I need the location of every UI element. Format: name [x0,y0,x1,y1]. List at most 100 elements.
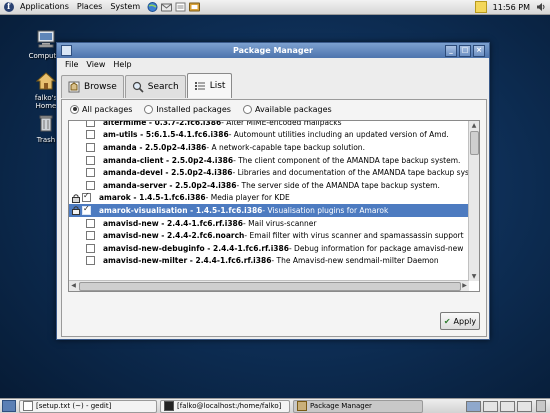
task-label: [setup.txt (~) - gedit] [36,402,112,410]
places-menu[interactable]: Places [73,0,106,14]
workspace-2[interactable] [483,400,498,412]
scroll-left-arrow-icon[interactable]: ◀ [69,281,78,291]
package-row[interactable]: amavisd-new-milter - 2.4.4-1.fc6.rf.i386… [69,255,479,268]
scroll-right-arrow-icon[interactable]: ▶ [460,281,469,291]
package-row[interactable]: amanda - 2.5.0p2-4.i386 - A network-capa… [69,141,479,154]
menubar: File View Help [57,58,489,71]
terminal-icon [164,401,174,411]
task-gedit[interactable]: [setup.txt (~) - gedit] [19,399,157,413]
package-name: amavisd-new - 2.4.4-2.fc6.noarch [103,231,245,241]
mail-launcher-icon[interactable] [161,2,173,12]
package-checkbox[interactable] [86,243,95,253]
apply-check-icon: ✔ [443,316,451,326]
package-name: amanda-devel - 2.5.0p2-4.i386 [103,168,233,178]
horizontal-scrollbar[interactable]: ◀ ▶ [69,280,469,291]
filter-all-packages[interactable]: All packages [70,104,132,114]
package-name: amanda-client - 2.5.0p2-4.i386 [103,155,234,165]
package-checkbox[interactable] [86,180,95,190]
package-checkbox[interactable] [86,168,95,178]
package-row[interactable]: amanda-devel - 2.5.0p2-4.i386 - Librarie… [69,166,479,179]
package-row[interactable]: altermime - 0.3.7-2.fc6.i386 - Alter MIM… [69,120,479,129]
tab-bar: Browse Search List [61,73,489,98]
workspace-1[interactable] [466,400,481,412]
close-button[interactable]: × [473,44,485,57]
filter-installed-packages[interactable]: Installed packages [144,104,231,114]
radio-dot[interactable] [242,104,252,114]
package-row[interactable]: amarok - 1.4.5-1.fc6.i386 - Media player… [69,191,479,205]
system-menu[interactable]: System [106,0,144,14]
package-row[interactable]: amanda-client - 2.5.0p2-4.i386 - The cli… [69,154,479,167]
tab-label: Browse [84,82,117,92]
package-name: amanda-server - 2.5.0p2-4.i386 [103,180,237,190]
tab-list[interactable]: List [186,73,233,98]
minimize-button[interactable]: _ [445,44,457,57]
package-row[interactable]: amanda-server - 2.5.0p2-4.i386 - The ser… [69,179,479,192]
package-name: amanda - 2.5.0p2-4.i386 [103,142,207,152]
package-row[interactable]: am-utils - 5:6.1.5-4.1.fc6.i386 - Automo… [69,129,479,142]
view-menu[interactable]: View [82,60,109,69]
presentation-launcher-icon[interactable] [189,2,201,12]
horizontal-scroll-thumb[interactable] [79,282,461,291]
package-checkbox[interactable] [86,121,95,127]
maximize-button[interactable]: □ [459,44,471,57]
home-folder-icon [35,72,57,90]
installed-lock-icon [72,206,80,216]
tab-browse[interactable]: Browse [61,75,124,98]
applications-menu[interactable]: Applications [16,0,73,14]
filter-available-packages[interactable]: Available packages [242,104,332,114]
package-checkbox[interactable] [86,256,95,266]
package-description: - A network-capable tape backup solution… [206,142,365,152]
vertical-scrollbar[interactable]: ▲ ▼ [468,121,479,281]
package-checkbox[interactable] [82,191,91,203]
filter-label: Installed packages [156,104,231,114]
show-desktop-icon[interactable] [2,400,16,412]
package-checkbox[interactable] [86,155,95,165]
package-name: amavisd-new-debuginfo - 2.4.4-1.fc6.rf.i… [103,243,289,253]
package-row[interactable]: amavisd-new - 2.4.4-2.fc6.noarch - Email… [69,229,479,242]
window-titlebar[interactable]: Package Manager _ □ × [57,43,489,58]
package-checkbox[interactable] [86,130,95,140]
vertical-scroll-thumb[interactable] [470,131,479,155]
task-package-manager[interactable]: Package Manager [293,399,423,413]
package-manager-window: Package Manager _ □ × File View Help Bro… [56,42,490,340]
file-menu[interactable]: File [61,60,82,69]
task-label: Package Manager [310,402,372,410]
workspace-3[interactable] [500,400,515,412]
top-panel: Applications Places System 11:56 PM [0,0,550,15]
package-description: - Debug information for package amavisd-… [288,243,464,253]
radio-dot[interactable] [70,104,79,114]
scroll-up-arrow-icon[interactable]: ▲ [469,121,479,130]
task-terminal[interactable]: [falko@localhost:/home/falko] [160,399,290,413]
help-menu[interactable]: Help [109,60,135,69]
apply-button[interactable]: ✔ Apply [440,312,480,330]
radio-dot[interactable] [144,104,154,114]
package-description: - Alter MIME-encoded mailpacks [221,120,342,127]
package-name: altermime - 0.3.7-2.fc6.i386 [103,120,222,127]
tab-search[interactable]: Search [124,75,186,98]
package-checkbox[interactable] [86,142,95,152]
browser-launcher-icon[interactable] [147,2,158,12]
package-manager-icon [297,401,307,411]
package-name: amarok-visualisation - 1.4.5-1.fc6.i386 [99,205,263,215]
browse-icon [68,81,80,93]
package-checkbox[interactable] [86,231,95,241]
scroll-down-arrow-icon[interactable]: ▼ [469,272,479,281]
package-checkbox[interactable] [82,204,91,215]
workspace-4[interactable] [517,400,532,412]
tab-label: Search [147,82,179,92]
workspace-switcher [464,400,532,412]
package-row[interactable]: amavisd-new-debuginfo - 2.4.4-1.fc6.rf.i… [69,242,479,255]
sticky-notes-icon[interactable] [474,1,487,13]
panel-trash-icon[interactable] [536,400,546,412]
notes-launcher-icon[interactable] [175,2,186,12]
package-list[interactable]: altermime - 0.3.7-2.fc6.i386 - Alter MIM… [68,120,480,292]
clock[interactable]: 11:56 PM [493,3,530,12]
package-description: - Media player for KDE [205,193,290,203]
package-checkbox[interactable] [86,218,95,228]
package-row[interactable]: amarok-visualisation - 1.4.5-1.fc6.i386 … [69,204,479,217]
fedora-logo-icon[interactable] [4,1,14,12]
package-name: amavisd-new - 2.4.4-1.fc6.rf.i386 [103,218,243,228]
task-label: [falko@localhost:/home/falko] [177,402,282,410]
package-row[interactable]: amavisd-new - 2.4.4-1.fc6.rf.i386 - Mail… [69,217,479,230]
volume-icon[interactable] [536,2,546,12]
